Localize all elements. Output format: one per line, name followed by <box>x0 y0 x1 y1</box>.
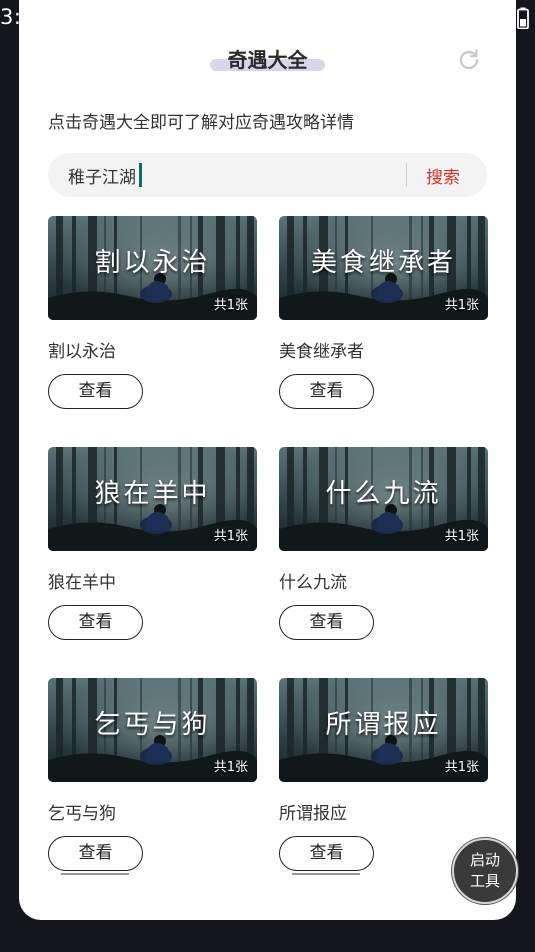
adventure-thumbnail[interactable]: 什么九流 共1张 <box>279 447 488 551</box>
thumbnail-title: 乞丐与狗 <box>94 710 211 740</box>
view-button[interactable]: 查看 <box>48 836 143 871</box>
thumbnail-title: 所谓报应 <box>325 710 442 740</box>
thumbnail-title: 割以永治 <box>94 248 211 278</box>
image-count-badge: 共1张 <box>213 298 248 313</box>
adventure-grid: 割以永治 共1张 割以永治 查看 美食继承者 共1张 美食继承者 查看 狼在羊中… <box>19 0 516 920</box>
view-button[interactable]: 查看 <box>279 605 374 640</box>
adventure-name: 所谓报应 <box>279 804 347 824</box>
view-button[interactable]: 查看 <box>279 836 374 871</box>
image-count-badge: 共1张 <box>213 529 248 544</box>
image-count-badge: 共1张 <box>444 298 479 313</box>
view-button[interactable]: 查看 <box>48 374 143 409</box>
adventure-thumbnail[interactable]: 美食继承者 共1张 <box>279 216 488 320</box>
adventure-thumbnail[interactable]: 割以永治 共1张 <box>48 216 257 320</box>
adventure-name: 什么九流 <box>279 573 347 593</box>
launch-tool-button[interactable]: 启动 工具 <box>452 838 518 904</box>
image-count-badge: 共1张 <box>444 529 479 544</box>
thumbnail-title: 美食继承者 <box>310 248 456 278</box>
fab-label-line1: 启动 <box>469 851 500 869</box>
adventure-name: 狼在羊中 <box>48 573 116 593</box>
adventure-name: 美食继承者 <box>279 342 364 362</box>
adventure-thumbnail[interactable]: 狼在羊中 共1张 <box>48 447 257 551</box>
thumbnail-title: 狼在羊中 <box>94 479 211 509</box>
image-count-badge: 共1张 <box>444 760 479 775</box>
view-button[interactable]: 查看 <box>279 374 374 409</box>
fab-label-line2: 工具 <box>469 872 500 890</box>
next-row-peek <box>292 873 360 875</box>
adventure-thumbnail[interactable]: 乞丐与狗 共1张 <box>48 678 257 782</box>
image-count-badge: 共1张 <box>213 760 248 775</box>
view-button[interactable]: 查看 <box>48 605 143 640</box>
main-panel: 奇遇大全 点击奇遇大全即可了解对应奇遇攻略详情 搜索 割以永治 共1张 割以永治… <box>19 0 516 920</box>
adventure-name: 割以永治 <box>48 342 116 362</box>
adventure-thumbnail[interactable]: 所谓报应 共1张 <box>279 678 488 782</box>
battery-icon <box>517 7 529 29</box>
next-row-peek <box>61 873 129 875</box>
adventure-name: 乞丐与狗 <box>48 804 116 824</box>
thumbnail-title: 什么九流 <box>325 479 442 509</box>
